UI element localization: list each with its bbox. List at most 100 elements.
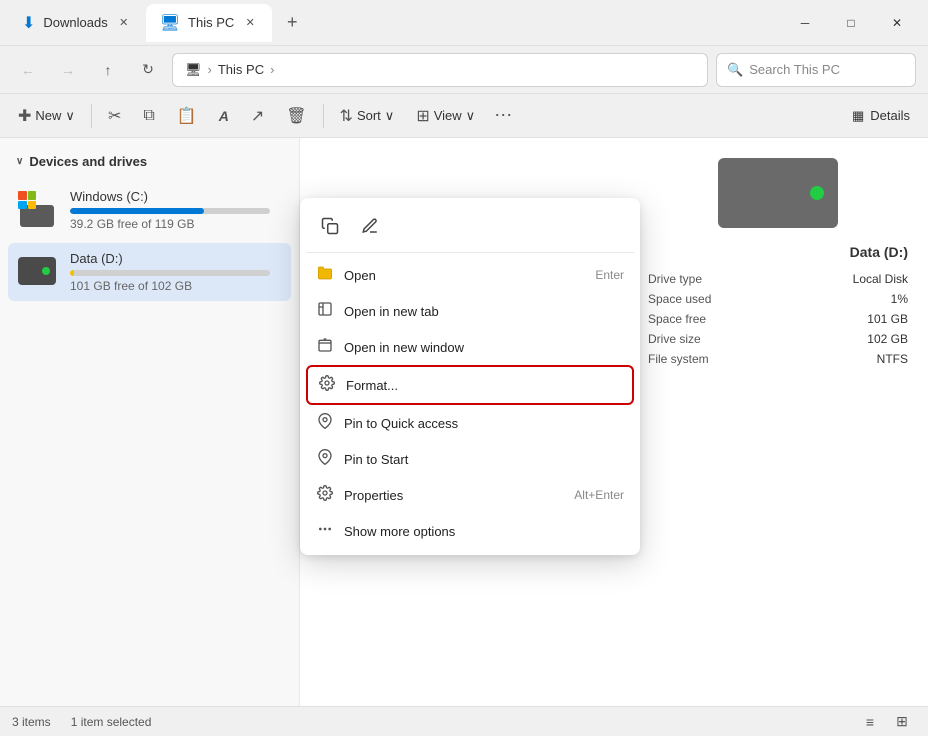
delete-button[interactable]: 🗑 <box>276 100 316 132</box>
search-placeholder: Search This PC <box>749 62 840 77</box>
back-button[interactable]: ← <box>12 54 44 86</box>
drive-visual <box>648 158 908 228</box>
new-tab-button[interactable]: + <box>276 7 308 39</box>
space-used-value: 1% <box>891 292 908 306</box>
new-label: New <box>35 108 61 123</box>
minimize-button[interactable]: ─ <box>782 7 828 39</box>
cut-icon: ✂ <box>108 106 121 126</box>
context-menu-top-icons <box>306 204 634 253</box>
details-icon: ▦ <box>852 108 864 124</box>
ctx-rename-icon-button[interactable] <box>352 208 388 244</box>
drive-c-bar-fill <box>70 208 204 214</box>
drive-detail-row-size: Drive size 102 GB <box>648 332 908 346</box>
ctx-open-label: Open <box>344 268 585 283</box>
list-view-toggle[interactable]: ≡ <box>856 711 884 733</box>
drive-3d-visual <box>718 158 838 228</box>
details-label: Details <box>870 108 910 123</box>
window-controls: ─ □ ✕ <box>782 7 920 39</box>
view-chevron-icon: ∨ <box>466 108 476 124</box>
status-view-toggles: ≡ ⊞ <box>856 711 916 733</box>
toolbar-separator-2 <box>323 104 324 128</box>
ctx-show-more[interactable]: Show more options <box>306 513 634 549</box>
tab-downloads-close[interactable]: ✕ <box>116 15 132 31</box>
path-sep-2: › <box>270 62 274 77</box>
share-button[interactable]: ↗ <box>241 100 274 132</box>
ctx-pin-quick-access-label: Pin to Quick access <box>344 416 624 431</box>
path-sep-1: › <box>208 62 212 77</box>
drive-type-label: Drive type <box>648 272 702 286</box>
ctx-open-icon <box>316 265 334 285</box>
drive-d-bar-bg <box>70 270 270 276</box>
up-button[interactable]: ↑ <box>92 54 124 86</box>
drive-c-name: Windows (C:) <box>70 189 281 204</box>
more-options-button[interactable]: ⋯ <box>487 100 519 132</box>
view-button[interactable]: ⊞ View ∨ <box>406 100 485 132</box>
ctx-open[interactable]: Open Enter <box>306 257 634 293</box>
tab-this-pc[interactable]: 🖥 This PC ✕ <box>146 4 273 42</box>
drive-d-free: 101 GB free of 102 GB <box>70 279 281 293</box>
cut-button[interactable]: ✂ <box>98 100 131 132</box>
drive-detail-row-fs: File system NTFS <box>648 352 908 366</box>
drive-d-icon <box>18 251 60 293</box>
close-button[interactable]: ✕ <box>874 7 920 39</box>
sort-chevron-icon: ∨ <box>385 108 395 124</box>
space-used-label: Space used <box>648 292 711 306</box>
ctx-properties[interactable]: Properties Alt+Enter <box>306 477 634 513</box>
drive-c-icon <box>18 189 60 231</box>
this-pc-tab-icon: 🖥 <box>160 13 180 33</box>
details-button[interactable]: ▦ Details <box>842 102 920 130</box>
status-bar: 3 items 1 item selected ≡ ⊞ <box>0 706 928 736</box>
ctx-show-more-icon <box>316 521 334 541</box>
ctx-copy-icon-button[interactable] <box>312 208 348 244</box>
forward-button[interactable]: → <box>52 54 84 86</box>
toolbar-separator-1 <box>91 104 92 128</box>
ctx-open-new-tab-icon <box>316 301 334 321</box>
new-button[interactable]: ✚ New ∨ <box>8 100 85 132</box>
ctx-open-new-window[interactable]: Open in new window <box>306 329 634 365</box>
ctx-pin-start-label: Pin to Start <box>344 452 624 467</box>
drive-d-bar-fill <box>70 270 74 276</box>
devices-section-header[interactable]: ∨ Devices and drives <box>8 150 291 173</box>
drive-detail-row-free: Space free 101 GB <box>648 312 908 326</box>
drive-type-value: Local Disk <box>853 272 908 286</box>
maximize-button[interactable]: □ <box>828 7 874 39</box>
paste-icon: 📋 <box>177 106 197 126</box>
drive-c-item[interactable]: Windows (C:) 39.2 GB free of 119 GB <box>8 181 291 239</box>
search-box[interactable]: 🔍 Search This PC <box>716 53 916 87</box>
drive-c-info: Windows (C:) 39.2 GB free of 119 GB <box>70 189 281 231</box>
ctx-format-label: Format... <box>346 378 622 393</box>
tab-this-pc-label: This PC <box>188 15 234 30</box>
rename-button[interactable]: A <box>209 100 239 132</box>
tab-downloads[interactable]: ⬇ Downloads ✕ <box>8 4 146 42</box>
sort-button[interactable]: ⇅ Sort ∨ <box>330 100 405 132</box>
space-free-value: 101 GB <box>867 312 908 326</box>
copy-button[interactable]: ⧉ <box>133 100 164 132</box>
ctx-open-new-tab[interactable]: Open in new tab <box>306 293 634 329</box>
grid-view-toggle[interactable]: ⊞ <box>888 711 916 733</box>
drive-d-item[interactable]: Data (D:) 101 GB free of 102 GB <box>8 243 291 301</box>
paste-button[interactable]: 📋 <box>167 100 207 132</box>
drive-d-name: Data (D:) <box>70 251 281 266</box>
address-path[interactable]: 🖥 › This PC › <box>172 53 708 87</box>
ctx-pin-quick-access[interactable]: Pin to Quick access <box>306 405 634 441</box>
refresh-button[interactable]: ↻ <box>132 54 164 86</box>
file-system-label: File system <box>648 352 709 366</box>
sort-icon: ⇅ <box>340 106 353 126</box>
space-free-label: Space free <box>648 312 706 326</box>
address-bar: ← → ↑ ↻ 🖥 › This PC › 🔍 Search This PC <box>0 46 928 94</box>
drive-detail-title: Data (D:) <box>648 244 908 260</box>
drive-size-label: Drive size <box>648 332 701 346</box>
path-label: This PC <box>218 62 264 77</box>
left-panel: ∨ Devices and drives <box>0 138 300 706</box>
file-system-value: NTFS <box>877 352 908 366</box>
ctx-format[interactable]: Format... <box>306 365 634 405</box>
ctx-show-more-label: Show more options <box>344 524 624 539</box>
download-icon: ⬇ <box>22 13 35 33</box>
ctx-properties-icon <box>316 485 334 505</box>
tab-this-pc-close[interactable]: ✕ <box>242 15 258 31</box>
view-label: View <box>434 108 462 123</box>
drive-detail-card: Data (D:) Drive type Local Disk Space us… <box>648 158 908 372</box>
main-content: ∨ Devices and drives <box>0 138 928 706</box>
share-icon: ↗ <box>251 106 264 126</box>
ctx-pin-start[interactable]: Pin to Start <box>306 441 634 477</box>
